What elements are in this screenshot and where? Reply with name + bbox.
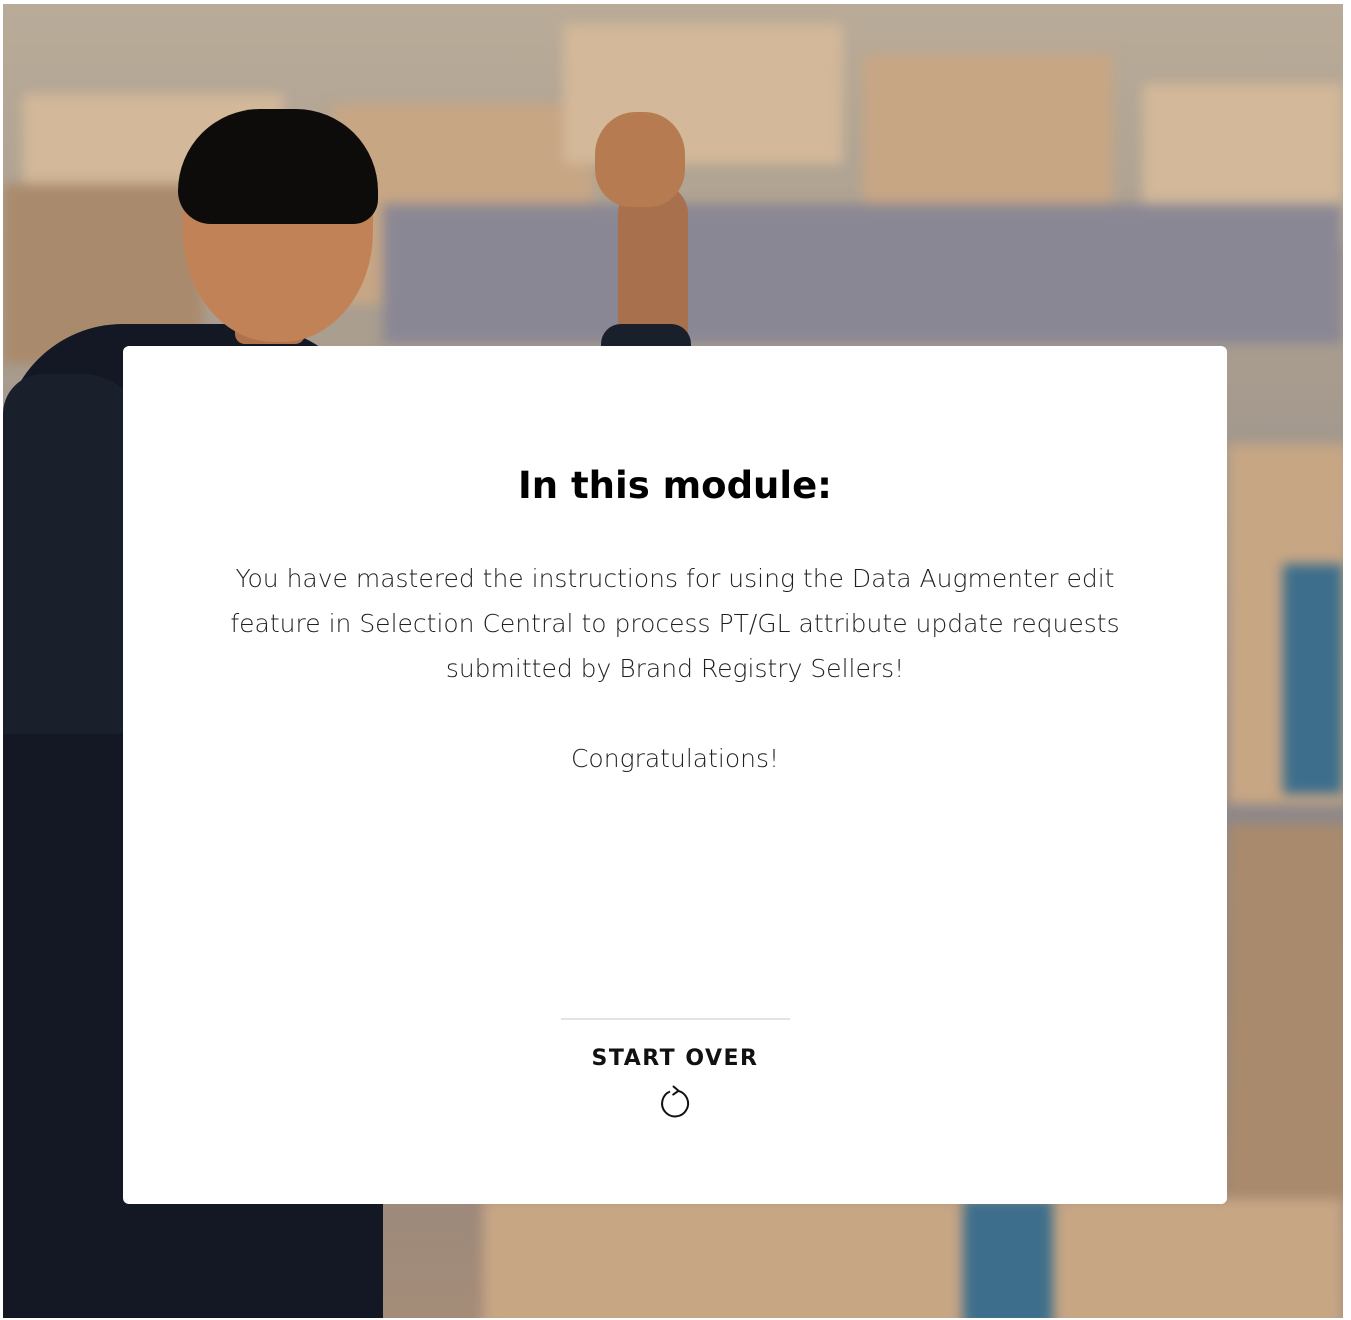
restart-icon[interactable] xyxy=(657,1085,693,1121)
congratulations-text: Congratulations! xyxy=(570,744,780,773)
start-over-button[interactable]: START OVER xyxy=(123,1046,1227,1125)
background-box xyxy=(863,54,1113,224)
background-conveyor xyxy=(383,204,1343,344)
person-fist xyxy=(595,112,685,207)
person-arm xyxy=(3,374,143,734)
start-over-label[interactable]: START OVER xyxy=(123,1046,1227,1071)
background-box xyxy=(1228,824,1343,1204)
background-box xyxy=(483,1199,1343,1318)
background-box-tape xyxy=(1283,564,1343,794)
background-box-tape xyxy=(963,1199,1053,1318)
lesson-title: In this module: xyxy=(518,464,832,507)
lesson-summary-card: In this module: You have mastered the in… xyxy=(123,346,1227,1204)
lesson-summary-text: You have mastered the instructions for u… xyxy=(230,564,1120,683)
divider xyxy=(561,1018,790,1020)
lesson-body: You have mastered the instructions for u… xyxy=(203,556,1147,826)
